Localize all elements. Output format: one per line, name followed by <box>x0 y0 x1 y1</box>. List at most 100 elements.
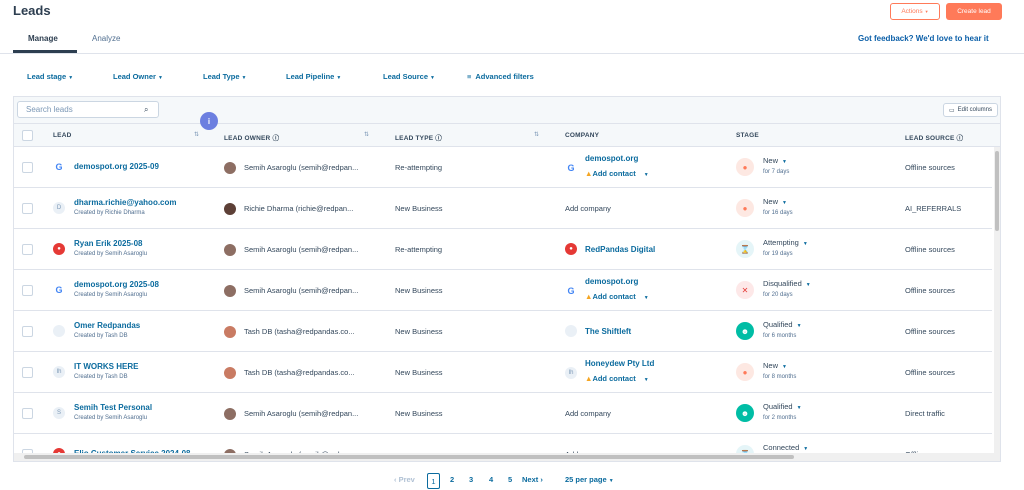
info-icon[interactable]: i <box>200 112 218 130</box>
table-row[interactable]: Ih IT WORKS HERE Created by Tash DB Tash… <box>14 352 992 393</box>
actions-button[interactable]: Actions ▼ <box>890 3 940 20</box>
tab-analyze[interactable]: Analyze <box>92 34 120 43</box>
company-link[interactable]: demospot.org <box>585 277 638 286</box>
row-checkbox[interactable] <box>22 285 33 296</box>
stage-dropdown[interactable]: New ▼ <box>763 156 787 165</box>
google-icon: G <box>567 163 575 173</box>
row-checkbox[interactable] <box>22 162 33 173</box>
stage-dropdown[interactable]: New ▼ <box>763 197 787 206</box>
page-5-button[interactable]: 5 <box>508 475 512 484</box>
per-page-dropdown[interactable]: 25 per page ▼ <box>565 475 614 484</box>
create-lead-button[interactable]: Create lead <box>946 3 1002 20</box>
page-header: Leads Actions ▼ Create lead Manage Analy… <box>0 0 1024 54</box>
lead-name-link[interactable]: dharma.richie@yahoo.com <box>74 198 177 207</box>
scrollbar-thumb[interactable] <box>995 151 999 231</box>
company-link[interactable]: The Shiftleft <box>585 327 631 336</box>
page-4-button[interactable]: 4 <box>489 475 493 484</box>
table-row[interactable]: S Semih Test Personal Created by Semih A… <box>14 393 992 434</box>
lead-name-link[interactable]: Semih Test Personal <box>74 403 152 412</box>
feedback-link[interactable]: Got feedback? We'd love to hear it <box>858 34 989 43</box>
table-row[interactable]: G demospot.org 2025-09 Semih Asaroglu (s… <box>14 147 992 188</box>
sort-icon[interactable]: ⇅ <box>534 131 539 138</box>
company-link[interactable]: demospot.org <box>585 154 638 163</box>
filter-label: Lead Pipeline <box>286 72 335 81</box>
stage-dropdown[interactable]: New ▼ <box>763 361 787 370</box>
stage-dropdown[interactable]: Disqualified ▼ <box>763 279 811 288</box>
stage-dropdown[interactable]: Qualified ▼ <box>763 402 802 411</box>
row-checkbox[interactable] <box>22 244 33 255</box>
info-circle-icon: ⓘ <box>956 135 964 142</box>
next-page-button[interactable]: Next › <box>522 475 543 484</box>
page-2-button[interactable]: 2 <box>450 475 454 484</box>
caret-down-icon: ▼ <box>608 478 614 484</box>
avatar <box>224 162 236 174</box>
row-checkbox[interactable] <box>22 408 33 419</box>
column-header-source[interactable]: LEAD SOURCE ⓘ <box>905 132 963 142</box>
lead-source: Offline sources <box>905 327 955 336</box>
created-by: Created by Semih Asaroglu <box>74 415 148 421</box>
lead-name-link[interactable]: Omer Redpandas <box>74 321 140 330</box>
page-1-button[interactable]: 1 <box>427 473 440 489</box>
lead-owner: Semih Asaroglu (semih@redpan... <box>244 163 359 172</box>
created-by: Created by Tash DB <box>74 374 128 380</box>
lead-owner: Semih Asaroglu (semih@redpan... <box>244 245 359 254</box>
lead-name-link[interactable]: demospot.org 2025-09 <box>74 162 159 171</box>
sort-icon[interactable]: ⇅ <box>194 131 199 138</box>
company-link[interactable]: RedPandas Digital <box>585 245 655 254</box>
search-placeholder: Search leads <box>26 105 73 114</box>
advanced-filters-button[interactable]: ≡ Advanced filters <box>467 72 534 81</box>
table-row[interactable]: D dharma.richie@yahoo.com Created by Ric… <box>14 188 992 229</box>
google-icon: G <box>567 286 575 296</box>
lead-name-link[interactable]: demospot.org 2025-08 <box>74 280 159 289</box>
add-company-link[interactable]: Add company <box>565 204 611 213</box>
add-contact-button[interactable]: ▲Add contact ▼ <box>585 374 649 383</box>
row-checkbox[interactable] <box>22 326 33 337</box>
scrollbar-thumb[interactable] <box>24 455 794 459</box>
edit-columns-button[interactable]: ▭ Edit columns <box>942 103 998 117</box>
columns-icon: ▭ <box>948 107 955 114</box>
column-header-company[interactable]: COMPANY <box>565 132 599 139</box>
caret-down-icon: ▼ <box>241 75 247 81</box>
lead-name-link[interactable]: IT WORKS HERE <box>74 362 138 371</box>
new-stage-icon: ● <box>736 363 754 381</box>
column-header-type[interactable]: LEAD TYPE ⓘ <box>395 132 442 142</box>
lead-source: Offline sources <box>905 368 955 377</box>
filter-lead-owner[interactable]: Lead Owner ▼ <box>113 72 163 81</box>
search-input[interactable]: Search leads ⌕ <box>17 101 159 118</box>
filter-lead-source[interactable]: Lead Source ▼ <box>383 72 435 81</box>
sort-icon[interactable]: ⇅ <box>364 131 369 138</box>
stage-dropdown[interactable]: Connected ▼ <box>763 443 808 452</box>
leads-table-panel: Search leads ⌕ ▭ Edit columns LEAD ⇅ LEA… <box>13 96 1001 462</box>
stage-duration: for 19 days <box>763 251 793 257</box>
table-row[interactable]: G demospot.org 2025-08 Created by Semih … <box>14 270 992 311</box>
pagination: ‹ Prev 1 2 3 4 5 Next › 25 per page ▼ <box>0 473 1024 489</box>
page-3-button[interactable]: 3 <box>469 475 473 484</box>
company-link[interactable]: Honeydew Pty Ltd <box>585 359 654 368</box>
avatar <box>224 203 236 215</box>
row-checkbox[interactable] <box>22 203 33 214</box>
vertical-scrollbar[interactable] <box>994 147 1000 453</box>
row-checkbox[interactable] <box>22 367 33 378</box>
filter-lead-type[interactable]: Lead Type ▼ <box>203 72 247 81</box>
column-header-stage[interactable]: STAGE <box>736 132 759 139</box>
column-header-owner[interactable]: LEAD OWNER ⓘ <box>224 132 279 142</box>
stage-dropdown[interactable]: Attempting ▼ <box>763 238 808 247</box>
add-contact-button[interactable]: ▲Add contact ▼ <box>585 292 649 301</box>
filter-lead-pipeline[interactable]: Lead Pipeline ▼ <box>286 72 341 81</box>
qualified-icon: ☻ <box>736 404 754 422</box>
stage-dropdown[interactable]: Qualified ▼ <box>763 320 802 329</box>
horizontal-scrollbar[interactable] <box>14 453 1000 461</box>
add-company-link[interactable]: Add company <box>565 409 611 418</box>
table-row[interactable]: Omer Redpandas Created by Tash DB Tash D… <box>14 311 992 352</box>
table-row[interactable]: ● Ryan Erik 2025-08 Created by Semih Asa… <box>14 229 992 270</box>
column-header-lead[interactable]: LEAD <box>53 132 72 139</box>
company-placeholder-icon <box>53 325 65 337</box>
tab-manage[interactable]: Manage <box>28 34 58 43</box>
filter-bar: Lead stage ▼ Lead Owner ▼ Lead Type ▼ Lead … <box>0 72 1024 84</box>
lead-source: Offline sources <box>905 286 955 295</box>
add-contact-button[interactable]: ▲Add contact ▼ <box>585 169 649 178</box>
lead-name-link[interactable]: Ryan Erik 2025-08 <box>74 239 143 248</box>
prev-page-button[interactable]: ‹ Prev <box>394 475 415 484</box>
filter-lead-stage[interactable]: Lead stage ▼ <box>27 72 73 81</box>
select-all-checkbox[interactable] <box>22 130 33 141</box>
